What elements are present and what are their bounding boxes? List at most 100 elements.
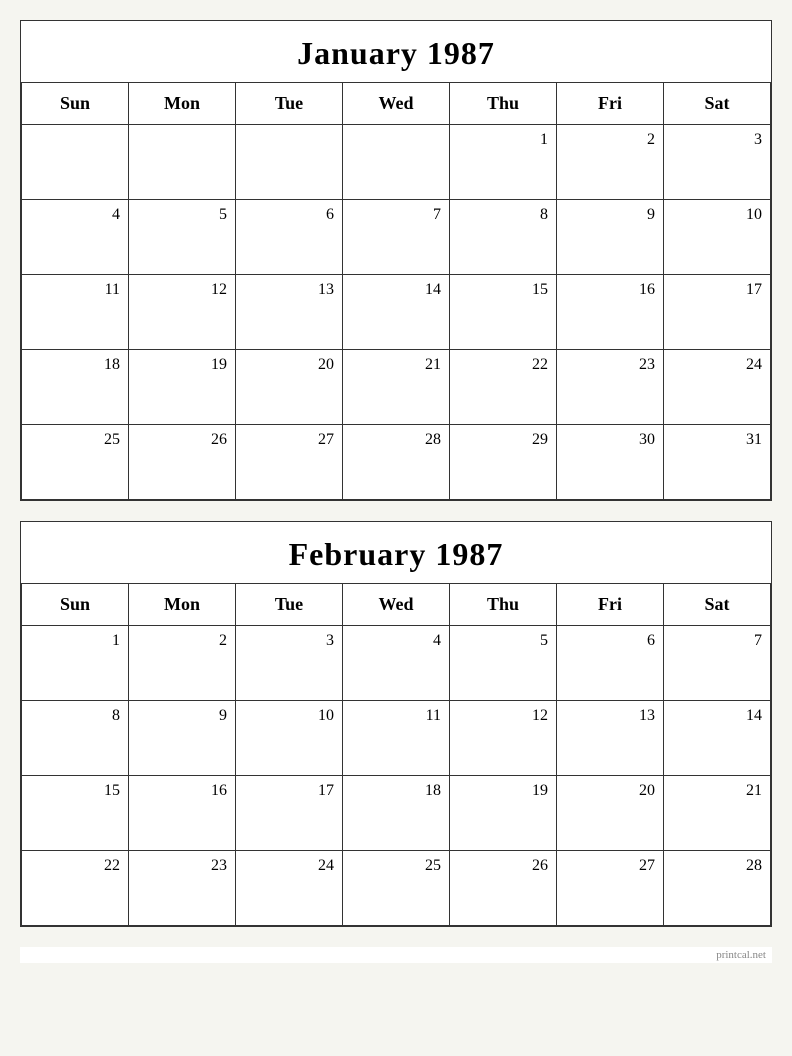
day-cell-22: 22: [450, 350, 557, 425]
date-number: 19: [532, 782, 548, 800]
date-number: 1: [540, 131, 548, 149]
day-cell-26: 26: [450, 851, 557, 926]
date-number: 20: [639, 782, 655, 800]
day-cell-20: 20: [236, 350, 343, 425]
day-cell-empty: [129, 125, 236, 200]
date-number: 11: [105, 281, 120, 299]
day-header-wed: Wed: [343, 83, 450, 125]
date-number: 25: [104, 431, 120, 449]
day-cell-15: 15: [450, 275, 557, 350]
day-cell-27: 27: [557, 851, 664, 926]
day-cell-30: 30: [557, 425, 664, 500]
day-header-mon: Mon: [129, 83, 236, 125]
day-cell-9: 9: [129, 701, 236, 776]
date-number: 20: [318, 356, 334, 374]
date-number: 13: [318, 281, 334, 299]
day-cell-11: 11: [22, 275, 129, 350]
day-cell-31: 31: [664, 425, 771, 500]
day-cell-13: 13: [236, 275, 343, 350]
day-cell-3: 3: [664, 125, 771, 200]
day-header-fri: Fri: [557, 584, 664, 626]
date-number: 5: [540, 632, 548, 650]
day-cell-21: 21: [664, 776, 771, 851]
watermark: printcal.net: [20, 947, 772, 963]
day-cell-5: 5: [450, 626, 557, 701]
calendar-january-1987: January 1987SunMonTueWedThuFriSat1234567…: [20, 20, 772, 501]
date-number: 22: [532, 356, 548, 374]
day-cell-18: 18: [343, 776, 450, 851]
date-number: 21: [746, 782, 762, 800]
day-header-thu: Thu: [450, 83, 557, 125]
date-number: 16: [211, 782, 227, 800]
day-cell-15: 15: [22, 776, 129, 851]
day-cell-28: 28: [343, 425, 450, 500]
day-cell-2: 2: [557, 125, 664, 200]
day-header-sat: Sat: [664, 584, 771, 626]
day-cell-11: 11: [343, 701, 450, 776]
date-number: 26: [532, 857, 548, 875]
date-number: 4: [112, 206, 120, 224]
day-header-sat: Sat: [664, 83, 771, 125]
date-number: 3: [754, 131, 762, 149]
day-cell-8: 8: [450, 200, 557, 275]
date-number: 17: [746, 281, 762, 299]
day-cell-28: 28: [664, 851, 771, 926]
date-number: 19: [211, 356, 227, 374]
day-cell-4: 4: [22, 200, 129, 275]
date-number: 18: [104, 356, 120, 374]
date-number: 27: [318, 431, 334, 449]
date-number: 21: [425, 356, 441, 374]
date-number: 1: [112, 632, 120, 650]
day-header-sun: Sun: [22, 584, 129, 626]
date-number: 13: [639, 707, 655, 725]
day-cell-22: 22: [22, 851, 129, 926]
day-cell-18: 18: [22, 350, 129, 425]
date-number: 30: [639, 431, 655, 449]
day-cell-1: 1: [22, 626, 129, 701]
day-cell-19: 19: [129, 350, 236, 425]
day-cell-19: 19: [450, 776, 557, 851]
day-header-tue: Tue: [236, 83, 343, 125]
date-number: 27: [639, 857, 655, 875]
date-number: 2: [219, 632, 227, 650]
date-number: 23: [211, 857, 227, 875]
day-cell-21: 21: [343, 350, 450, 425]
date-number: 22: [104, 857, 120, 875]
day-cell-24: 24: [236, 851, 343, 926]
date-number: 9: [647, 206, 655, 224]
day-cell-3: 3: [236, 626, 343, 701]
day-cell-17: 17: [664, 275, 771, 350]
date-number: 7: [433, 206, 441, 224]
date-number: 8: [540, 206, 548, 224]
date-number: 26: [211, 431, 227, 449]
date-number: 24: [746, 356, 762, 374]
date-number: 14: [425, 281, 441, 299]
day-cell-2: 2: [129, 626, 236, 701]
day-cell-13: 13: [557, 701, 664, 776]
date-number: 5: [219, 206, 227, 224]
date-number: 15: [104, 782, 120, 800]
day-cell-empty: [343, 125, 450, 200]
day-header-fri: Fri: [557, 83, 664, 125]
date-number: 4: [433, 632, 441, 650]
day-cell-16: 16: [129, 776, 236, 851]
date-number: 11: [426, 707, 441, 725]
date-number: 6: [647, 632, 655, 650]
day-cell-7: 7: [664, 626, 771, 701]
date-number: 15: [532, 281, 548, 299]
day-cell-23: 23: [129, 851, 236, 926]
calendar-february-1987: February 1987SunMonTueWedThuFriSat123456…: [20, 521, 772, 927]
date-number: 12: [532, 707, 548, 725]
day-header-thu: Thu: [450, 584, 557, 626]
date-number: 8: [112, 707, 120, 725]
day-cell-16: 16: [557, 275, 664, 350]
calendar-grid-february-1987: SunMonTueWedThuFriSat1234567891011121314…: [21, 584, 771, 926]
day-cell-9: 9: [557, 200, 664, 275]
day-cell-29: 29: [450, 425, 557, 500]
day-cell-20: 20: [557, 776, 664, 851]
day-cell-14: 14: [664, 701, 771, 776]
day-cell-8: 8: [22, 701, 129, 776]
day-cell-6: 6: [236, 200, 343, 275]
date-number: 29: [532, 431, 548, 449]
day-cell-23: 23: [557, 350, 664, 425]
